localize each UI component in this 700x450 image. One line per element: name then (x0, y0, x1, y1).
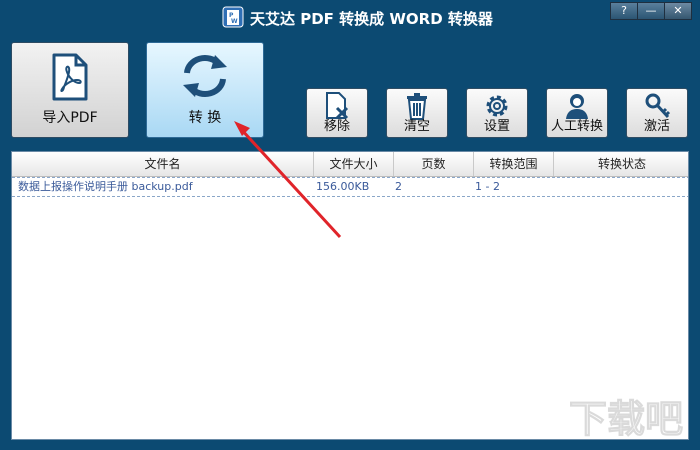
arrow-line (238, 126, 342, 239)
main-window: P W 天艾达 PDF 转换成 WORD 转换器 ? — ✕ 导入PDF 转 换… (0, 0, 700, 450)
annotation-arrow (234, 121, 342, 239)
watermark-logo: 下载吧 (569, 397, 684, 441)
arrow-head (234, 121, 250, 136)
svg-text:下载吧: 下载吧 (569, 397, 683, 440)
